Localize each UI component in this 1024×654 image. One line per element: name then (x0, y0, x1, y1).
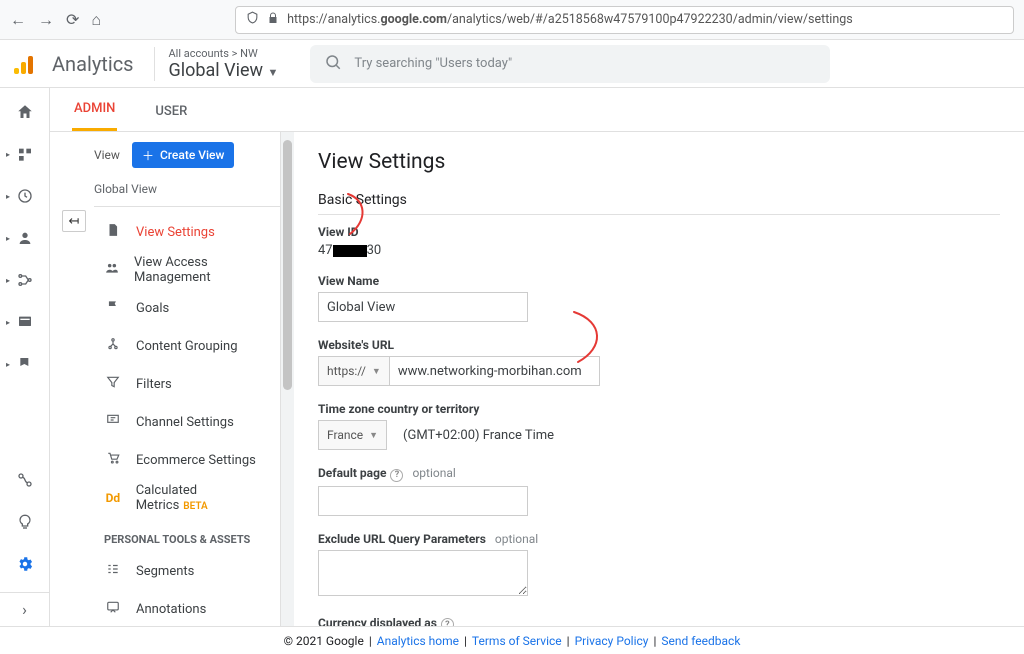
select-protocol[interactable]: https://▼ (318, 356, 390, 386)
account-picker[interactable]: All accounts > NW Global View ▼ (154, 47, 279, 81)
nav-forward-icon[interactable]: → (38, 10, 54, 30)
analytics-logo-icon (14, 52, 38, 76)
lock-icon (267, 12, 279, 28)
search-placeholder: Try searching "Users today" (354, 56, 512, 71)
shield-icon (246, 11, 259, 28)
content-grouping-icon (104, 337, 122, 355)
label-default-page: Default page? optional (318, 466, 1000, 482)
admin-tabs: ADMIN USER (50, 88, 1024, 132)
tab-admin[interactable]: ADMIN (72, 101, 117, 131)
tab-user[interactable]: USER (153, 104, 189, 131)
caret-down-icon: ▼ (268, 66, 279, 79)
label-exclude-params: Exclude URL Query Parameters optional (318, 532, 1000, 546)
rail-conversions-icon[interactable]: ▸ (0, 350, 49, 378)
funnel-icon (104, 375, 122, 393)
settings-panel: View Settings Basic Settings View ID 473… (294, 132, 1024, 626)
address-bar[interactable]: https://analytics.google.com/analytics/w… (235, 6, 1014, 34)
page-icon (104, 223, 122, 241)
caret-down-icon: ▼ (369, 430, 378, 441)
nav-view-access[interactable]: View Access Management (94, 251, 280, 289)
left-rail: ▸ ▸ ▸ ▸ ▸ ▸ › (0, 88, 50, 626)
vertical-scrollbar[interactable] (280, 132, 294, 626)
select-timezone-country[interactable]: France▼ (318, 420, 387, 450)
footer-link-tos[interactable]: Terms of Service (472, 634, 562, 648)
nav-annotations[interactable]: Annotations (94, 590, 280, 626)
label-website-url: Website's URL (318, 338, 1000, 352)
rail-home-icon[interactable] (0, 98, 49, 126)
nav-segments[interactable]: Segments (94, 552, 280, 590)
help-icon[interactable]: ? (441, 618, 454, 626)
rail-customization-icon[interactable]: ▸ (0, 140, 49, 168)
input-default-page[interactable] (318, 486, 528, 516)
redaction-bar (333, 245, 367, 257)
caret-down-icon: ▼ (372, 366, 381, 377)
value-view-id: 4730 (318, 243, 1000, 258)
rail-expand-icon[interactable]: › (0, 592, 49, 626)
label-view-name: View Name (318, 274, 1000, 288)
browser-chrome: ← → ⟳ ⌂ https://analytics.google.com/ana… (0, 0, 1024, 40)
search-input[interactable]: Try searching "Users today" (310, 45, 830, 83)
rail-discover-icon[interactable] (0, 508, 49, 536)
brand-title: Analytics (52, 52, 134, 76)
current-view-label[interactable]: Global View (94, 176, 280, 207)
page-title: View Settings (318, 150, 1000, 174)
label-timezone: Time zone country or territory (318, 402, 1000, 416)
footer-link-feedback[interactable]: Send feedback (661, 634, 740, 648)
personal-tools-header: PERSONAL TOOLS & ASSETS (94, 517, 280, 552)
footer-copyright: © 2021 Google (284, 634, 364, 648)
rail-behavior-icon[interactable]: ▸ (0, 308, 49, 336)
nav-calculated-metrics[interactable]: Dd Calculated MetricsBETA (94, 479, 280, 517)
rail-attribution-icon[interactable] (0, 466, 49, 494)
rail-acquisition-icon[interactable]: ▸ (0, 266, 49, 294)
help-icon[interactable]: ? (390, 469, 403, 482)
nav-ecommerce[interactable]: Ecommerce Settings (94, 441, 280, 479)
label-view-id: View ID (318, 225, 1000, 239)
dd-icon: Dd (104, 491, 122, 505)
rail-realtime-icon[interactable]: ▸ (0, 182, 49, 210)
cart-icon (104, 451, 122, 469)
input-view-name[interactable] (318, 292, 528, 322)
nav-back-icon[interactable]: ← (10, 10, 26, 30)
channel-icon (104, 413, 122, 431)
nav-reload-icon[interactable]: ⟳ (66, 10, 79, 29)
value-timezone: (GMT+02:00) France Time (403, 428, 554, 443)
segments-icon (104, 562, 122, 580)
group-basic-settings: Basic Settings (318, 192, 1000, 215)
collapse-column-button[interactable]: ↤ (62, 210, 86, 232)
annotations-icon (104, 600, 122, 618)
plus-icon: ＋ (142, 147, 154, 164)
input-website-url[interactable] (390, 356, 600, 386)
rail-admin-icon[interactable] (0, 550, 49, 578)
label-currency: Currency displayed as? (318, 616, 1000, 627)
rail-audience-icon[interactable]: ▸ (0, 224, 49, 252)
textarea-exclude-params[interactable] (318, 550, 528, 596)
app-header: Analytics All accounts > NW Global View … (0, 40, 1024, 88)
people-icon (104, 261, 120, 279)
footer-link-privacy[interactable]: Privacy Policy (575, 634, 649, 648)
view-column-label: View (94, 148, 120, 162)
search-icon (324, 53, 342, 75)
address-url: https://analytics.google.com/analytics/w… (287, 12, 853, 27)
view-nav-column: ↤ View ＋ Create View Global View View Se… (50, 132, 280, 626)
nav-content-grouping[interactable]: Content Grouping (94, 327, 280, 365)
nav-view-settings[interactable]: View Settings (94, 213, 280, 251)
settings-panel-wrap: View Settings Basic Settings View ID 473… (280, 132, 1024, 626)
breadcrumb: All accounts > NW (169, 47, 279, 60)
nav-home-icon[interactable]: ⌂ (91, 10, 101, 30)
flag-icon (104, 299, 122, 317)
nav-goals[interactable]: Goals (94, 289, 280, 327)
footer: © 2021 Google | Analytics home | Terms o… (0, 626, 1024, 654)
nav-filters[interactable]: Filters (94, 365, 280, 403)
create-view-button[interactable]: ＋ Create View (132, 142, 234, 168)
nav-channel-settings[interactable]: Channel Settings (94, 403, 280, 441)
footer-link-home[interactable]: Analytics home (377, 634, 459, 648)
